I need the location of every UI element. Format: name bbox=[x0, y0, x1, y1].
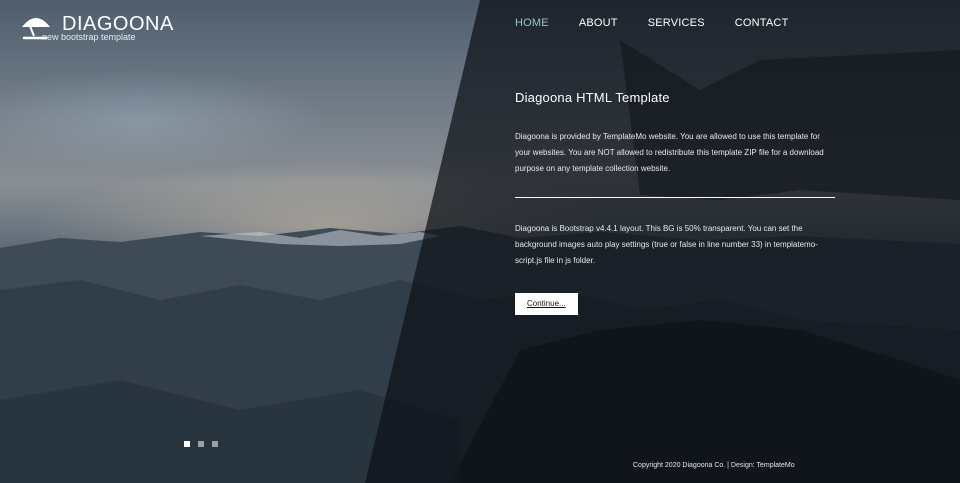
main-nav: HOME ABOUT SERVICES CONTACT bbox=[515, 17, 819, 29]
slider-dot-3[interactable] bbox=[212, 441, 218, 447]
nav-services[interactable]: SERVICES bbox=[648, 17, 705, 29]
main-content: Diagoona HTML Template Diagoona is provi… bbox=[515, 90, 835, 315]
brand-subtitle: new bootstrap template bbox=[42, 32, 136, 42]
nav-about[interactable]: ABOUT bbox=[579, 17, 618, 29]
divider bbox=[515, 197, 835, 198]
nav-home[interactable]: HOME bbox=[515, 17, 549, 29]
info-paragraph: Diagoona is Bootstrap v4.4.1 layout. Thi… bbox=[515, 224, 818, 265]
page-title: Diagoona HTML Template bbox=[515, 90, 670, 105]
slider-dot-2[interactable] bbox=[198, 441, 204, 447]
intro-paragraph: Diagoona is provided by TemplateMo websi… bbox=[515, 132, 824, 173]
slider-dots bbox=[184, 441, 226, 447]
footer-copyright: Copyright 2020 Diagoona Co. | Design: Te… bbox=[633, 462, 795, 469]
continue-button[interactable]: Continue... bbox=[515, 293, 578, 315]
nav-contact[interactable]: CONTACT bbox=[735, 17, 789, 29]
slider-dot-1[interactable] bbox=[184, 441, 190, 447]
